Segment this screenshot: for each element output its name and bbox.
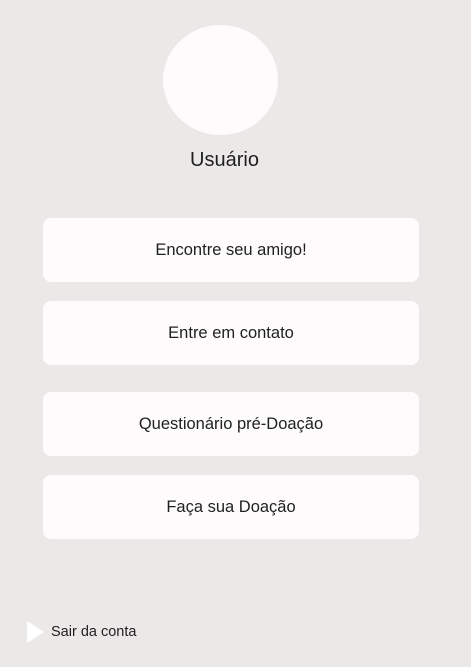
pre-donation-questionnaire-button[interactable]: Questionário pré-Doação (43, 392, 419, 456)
find-friend-label: Encontre seu amigo! (155, 240, 307, 259)
user-name: Usuário (190, 149, 259, 171)
contact-label: Entre em contato (168, 323, 294, 342)
logout-button[interactable]: Sair da conta (27, 620, 136, 644)
find-friend-button[interactable]: Encontre seu amigo! (43, 218, 419, 282)
pre-donation-questionnaire-label: Questionário pré-Doação (138, 414, 324, 433)
contact-button[interactable]: Entre em contato (43, 301, 419, 365)
make-donation-label: Faça sua Doação (166, 497, 296, 516)
play-triangle-icon (27, 621, 44, 643)
logout-label: Sair da conta (51, 624, 137, 640)
make-donation-button[interactable]: Faça sua Doação (43, 475, 419, 539)
avatar[interactable] (163, 25, 278, 135)
